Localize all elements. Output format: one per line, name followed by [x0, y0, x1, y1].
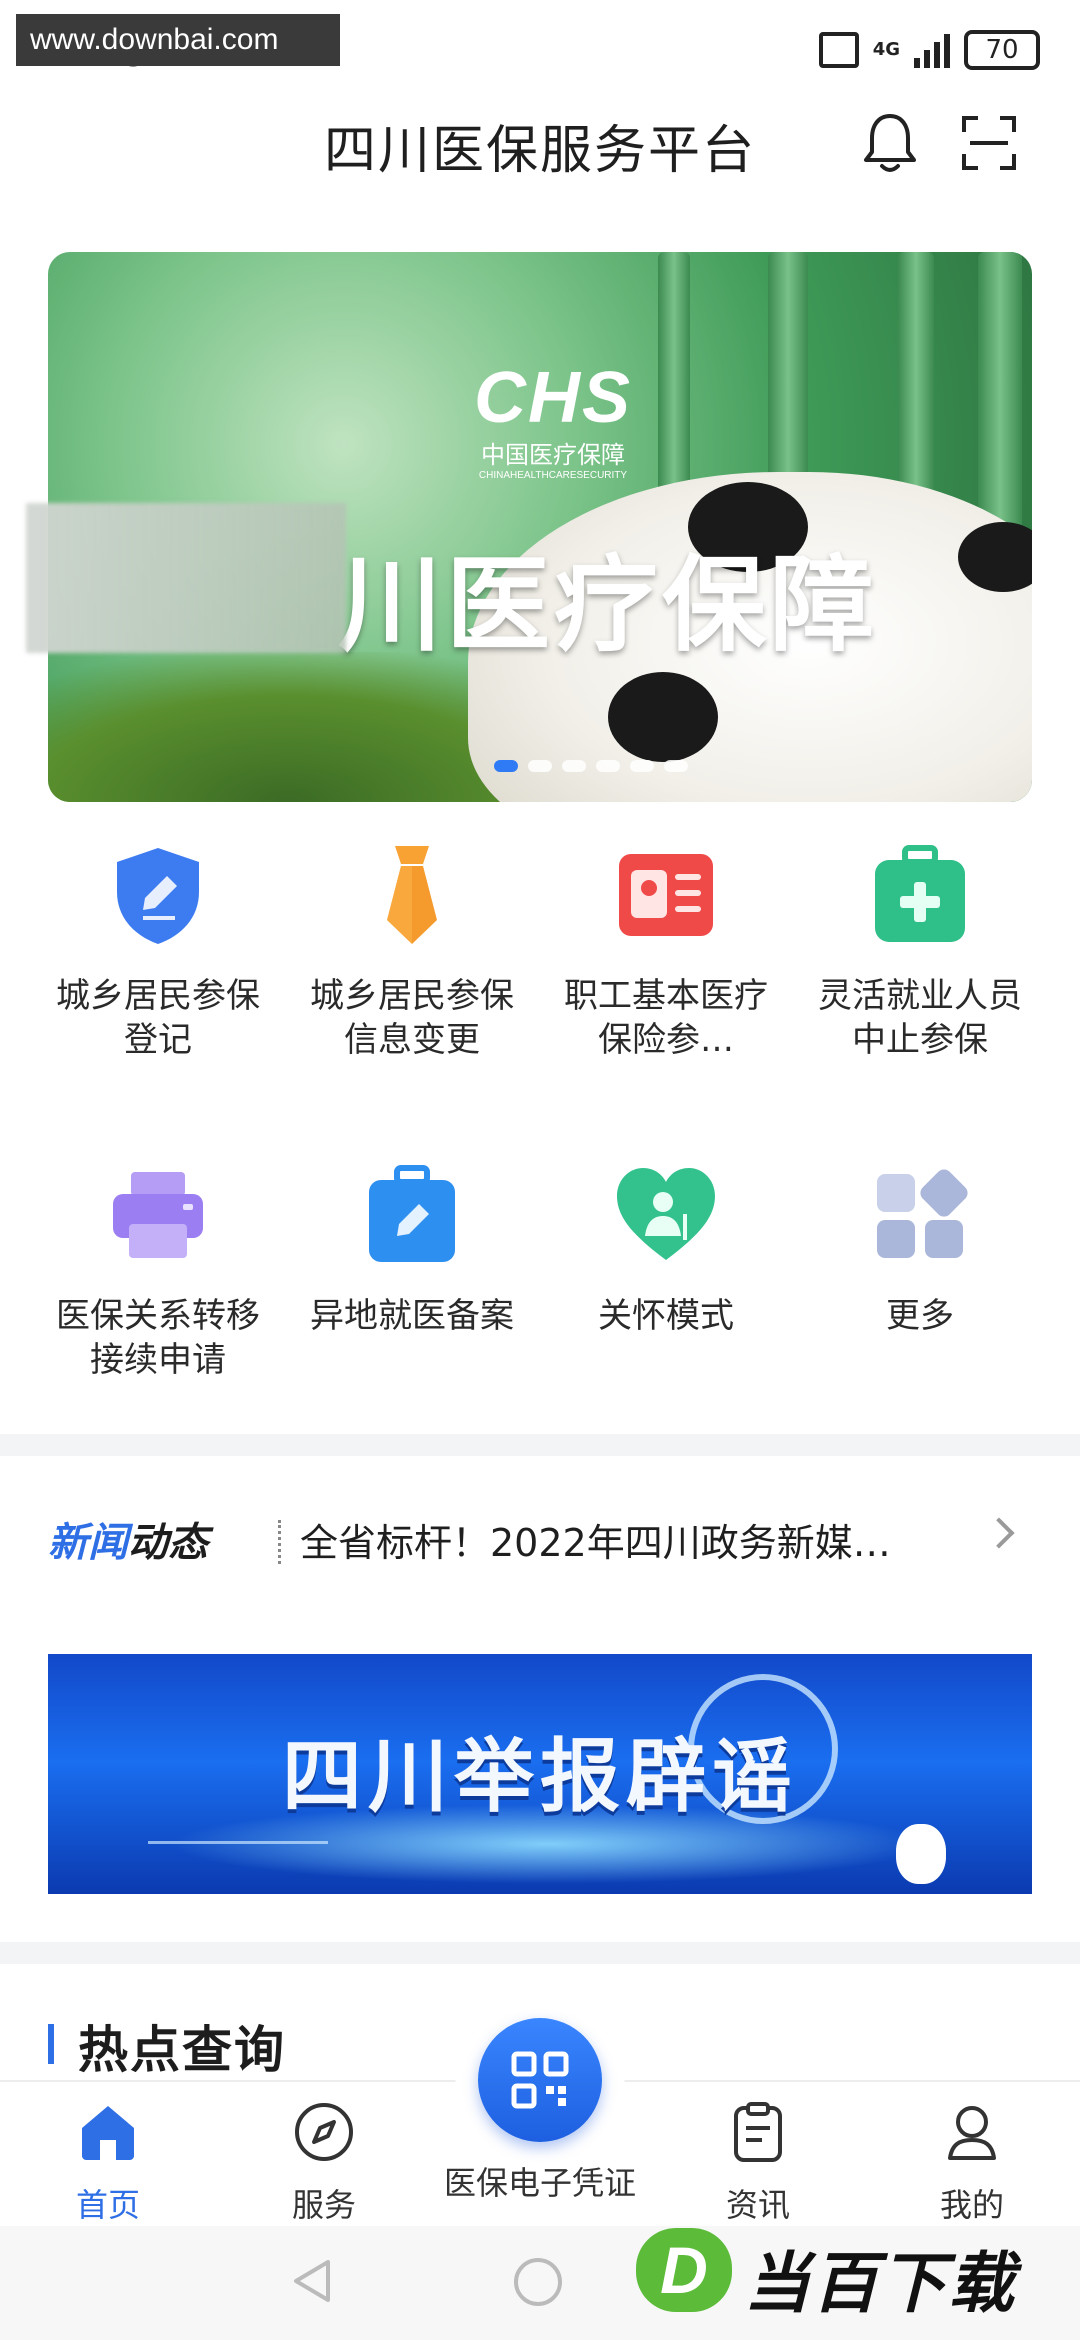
clipboard-icon: [734, 2102, 782, 2162]
service-transfer-continuation[interactable]: 医保关系转移接续申请: [48, 1160, 268, 1382]
scan-icon[interactable]: [960, 114, 1018, 172]
banner-headline: 川医疗保障: [338, 544, 879, 666]
panda-mascot: [896, 1824, 946, 1884]
section-divider: [0, 1942, 1080, 1964]
carousel-dot[interactable]: [494, 760, 518, 772]
downbai-watermark-logo: D 当百下载: [632, 2218, 1072, 2328]
tab-mine[interactable]: 我的: [892, 2100, 1052, 2226]
blurred-region: [26, 503, 346, 653]
tab-home[interactable]: 首页: [28, 2100, 188, 2226]
bell-icon[interactable]: [862, 110, 918, 174]
printer-icon: [113, 1172, 203, 1258]
compass-icon: [295, 2103, 353, 2161]
section-accent-bar: [48, 2024, 54, 2064]
status-icons: 4G 70: [818, 30, 1040, 70]
carousel-dot[interactable]: [596, 760, 620, 772]
tab-e-voucher-label[interactable]: 医保电子凭证: [420, 2158, 660, 2204]
app-header: 四川医保服务平台: [0, 100, 1080, 230]
service-care-mode[interactable]: 关怀模式: [556, 1160, 776, 1338]
service-employee-insurance[interactable]: 职工基本医疗保险参…: [556, 840, 776, 1062]
tab-services[interactable]: 服务: [244, 2100, 404, 2226]
carousel-dot[interactable]: [664, 760, 688, 772]
report-rumor-banner[interactable]: 四川举报辟谣: [48, 1654, 1032, 1894]
news-divider: [278, 1520, 281, 1564]
carousel-indicator: [494, 760, 688, 772]
carousel-dot[interactable]: [528, 760, 552, 772]
watermark-url: www.downbai.com: [16, 14, 340, 66]
medical-kit-icon: [875, 845, 965, 942]
hot-query-title: 热点查询: [78, 2021, 286, 2079]
carousel-dot[interactable]: [562, 760, 586, 772]
service-resident-info-change[interactable]: 城乡居民参保信息变更: [302, 840, 522, 1062]
service-flexible-suspend[interactable]: 灵活就业人员中止参保: [810, 840, 1030, 1062]
section-divider: [0, 1434, 1080, 1456]
service-remote-medical-filing[interactable]: 异地就医备案: [302, 1160, 522, 1338]
network-type: 4G: [872, 39, 900, 60]
chevron-right-icon[interactable]: [983, 1517, 1015, 1549]
vibrate-icon: [818, 32, 859, 68]
signal-icon: [914, 32, 950, 68]
carousel-dot[interactable]: [630, 760, 654, 772]
briefcase-pen-icon: [369, 1165, 455, 1262]
heart-person-icon: [617, 1168, 715, 1260]
shield-pen-icon: [117, 848, 199, 944]
id-card-icon: [619, 854, 713, 936]
news-headline[interactable]: 全省标杆！2022年四川政务新媒…: [300, 1512, 940, 1567]
battery-icon: 70: [964, 30, 1040, 70]
tie-icon: [387, 846, 437, 944]
news-section-title: 新闻动态: [48, 1520, 208, 1566]
grid-more-icon: [877, 1169, 968, 1258]
status-bar: 2:18 www.downbai.com 4G 70: [0, 0, 1080, 100]
chs-logo: CHS 中国医疗保障 CHINAHEALTHCARESECURITY: [473, 358, 632, 481]
service-more[interactable]: 更多: [810, 1160, 1030, 1338]
page-title: 四川医保服务平台: [323, 121, 756, 181]
medical-e-voucher-button[interactable]: [478, 2018, 602, 2142]
user-icon: [948, 2106, 996, 2160]
nav-home-icon[interactable]: [514, 2258, 562, 2306]
tab-news[interactable]: 资讯: [678, 2100, 838, 2226]
qr-code-icon: [511, 2051, 569, 2109]
nav-back-icon[interactable]: [288, 2256, 338, 2306]
promo-title: 四川举报辟谣: [282, 1730, 798, 1823]
service-resident-registration[interactable]: 城乡居民参保登记: [48, 840, 268, 1062]
home-icon: [82, 2106, 134, 2160]
